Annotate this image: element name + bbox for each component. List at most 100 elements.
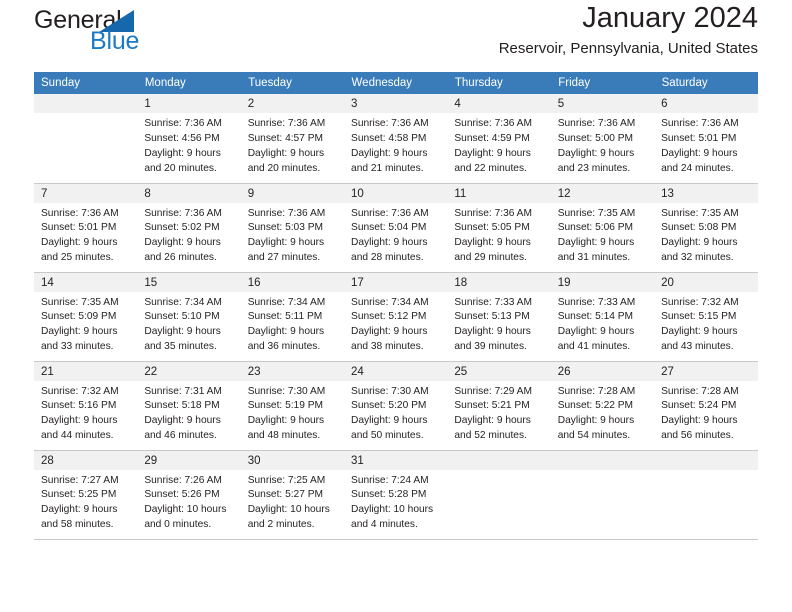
- calendar-day-cell[interactable]: 5 Sunrise: 7:36 AM Sunset: 5:00 PM Daylight…: [550, 94, 655, 184]
- day-cell-inner: 1 Sunrise: 7:36 AM Sunset: 4:56 PM Daylight…: [137, 94, 241, 183]
- calendar-day-cell[interactable]: 18 Sunrise: 7:33 AM Sunset: 5:13 PM Dayligh…: [447, 272, 551, 362]
- day-sun-info: Sunrise: 7:36 AM Sunset: 5:02 PM Daylight:…: [137, 203, 240, 267]
- day-number: 28: [34, 450, 138, 470]
- day-info-line: Sunset: 5:09 PM: [41, 311, 117, 323]
- calendar-day-cell[interactable]: 3 Sunrise: 7:36 AM Sunset: 4:58 PM Daylight…: [344, 94, 448, 184]
- calendar-day-cell[interactable]: 22 Sunrise: 7:31 AM Sunset: 5:18 PM Dayligh…: [137, 361, 241, 451]
- calendar-day-cell[interactable]: 29 Sunrise: 7:26 AM Sunset: 5:26 PM Dayligh…: [137, 450, 241, 540]
- day-info-line: Daylight: 9 hours: [661, 147, 738, 159]
- day-sun-info: Sunrise: 7:35 AM Sunset: 5:08 PM Daylight:…: [654, 203, 757, 267]
- calendar-day-cell[interactable]: 19 Sunrise: 7:33 AM Sunset: 5:14 PM Dayligh…: [550, 272, 655, 362]
- calendar-week-row: 28 Sunrise: 7:27 AM Sunset: 5:25 PM Dayligh…: [34, 450, 758, 540]
- day-number: 11: [447, 183, 551, 203]
- calendar-day-cell[interactable]: 10 Sunrise: 7:36 AM Sunset: 5:04 PM Dayligh…: [344, 183, 448, 273]
- day-cell-inner: 14 Sunrise: 7:35 AM Sunset: 5:09 PM Dayligh…: [34, 272, 138, 361]
- day-number: [34, 94, 138, 113]
- day-sun-info: Sunrise: 7:32 AM Sunset: 5:15 PM Daylight:…: [654, 292, 757, 356]
- day-info-line: Sunset: 5:27 PM: [247, 489, 324, 501]
- day-number: 2: [240, 94, 345, 113]
- calendar-week-row: 21 Sunrise: 7:32 AM Sunset: 5:16 PM Dayligh…: [34, 361, 758, 451]
- day-info-line: Sunset: 5:28 PM: [351, 489, 427, 501]
- calendar-day-cell[interactable]: 31 Sunrise: 7:24 AM Sunset: 5:28 PM Dayligh…: [344, 450, 448, 540]
- day-info-line: and 4 minutes.: [351, 519, 418, 531]
- day-info-line: Sunrise: 7:35 AM: [41, 296, 119, 308]
- day-number: 23: [240, 361, 345, 381]
- general-blue-logo[interactable]: General Blue: [34, 6, 164, 62]
- calendar-day-cell[interactable]: 2 Sunrise: 7:36 AM Sunset: 4:57 PM Daylight…: [240, 94, 345, 184]
- day-cell-inner: 19 Sunrise: 7:33 AM Sunset: 5:14 PM Dayligh…: [550, 272, 655, 361]
- day-info-line: Sunset: 5:20 PM: [351, 400, 427, 412]
- day-sun-info: Sunrise: 7:36 AM Sunset: 5:01 PM Daylight:…: [34, 203, 137, 267]
- day-info-line: Daylight: 9 hours: [247, 326, 325, 338]
- calendar-day-cell[interactable]: 23 Sunrise: 7:30 AM Sunset: 5:19 PM Dayligh…: [240, 361, 345, 451]
- day-info-line: Daylight: 9 hours: [351, 415, 428, 427]
- day-info-line: and 41 minutes.: [557, 341, 631, 353]
- day-info-line: Sunset: 5:22 PM: [557, 400, 634, 412]
- weekday-header-sunday: Sunday: [34, 72, 138, 94]
- calendar-day-cell[interactable]: 16 Sunrise: 7:34 AM Sunset: 5:11 PM Dayligh…: [240, 272, 345, 362]
- day-info-line: Sunset: 5:26 PM: [144, 489, 220, 501]
- calendar-day-cell[interactable]: 1 Sunrise: 7:36 AM Sunset: 4:56 PM Daylight…: [137, 94, 241, 184]
- calendar-day-cell[interactable]: 24 Sunrise: 7:30 AM Sunset: 5:20 PM Dayligh…: [344, 361, 448, 451]
- day-cell-inner: 15 Sunrise: 7:34 AM Sunset: 5:10 PM Dayligh…: [137, 272, 241, 361]
- calendar-day-cell[interactable]: 4 Sunrise: 7:36 AM Sunset: 4:59 PM Daylight…: [447, 94, 551, 184]
- day-info-line: Daylight: 9 hours: [144, 147, 221, 159]
- day-cell-inner: 5 Sunrise: 7:36 AM Sunset: 5:00 PM Daylight…: [550, 94, 655, 183]
- day-info-line: Sunset: 5:21 PM: [454, 400, 530, 412]
- calendar-day-cell[interactable]: 13 Sunrise: 7:35 AM Sunset: 5:08 PM Dayligh…: [654, 183, 758, 273]
- day-cell-inner: 21 Sunrise: 7:32 AM Sunset: 5:16 PM Dayligh…: [34, 361, 138, 450]
- day-cell-inner: 13 Sunrise: 7:35 AM Sunset: 5:08 PM Dayligh…: [654, 183, 758, 272]
- day-info-line: Daylight: 9 hours: [351, 147, 428, 159]
- day-number: [654, 450, 758, 470]
- day-number: 12: [550, 183, 655, 203]
- calendar-week-row: 7 Sunrise: 7:36 AM Sunset: 5:01 PM Daylight…: [34, 183, 758, 273]
- day-info-line: Sunset: 4:57 PM: [247, 132, 324, 144]
- calendar-day-cell[interactable]: 20 Sunrise: 7:32 AM Sunset: 5:15 PM Dayligh…: [654, 272, 758, 362]
- day-sun-info: Sunrise: 7:26 AM Sunset: 5:26 PM Daylight:…: [137, 470, 240, 534]
- day-number: 1: [137, 94, 241, 113]
- calendar-day-cell[interactable]: 9 Sunrise: 7:36 AM Sunset: 5:03 PM Daylight…: [240, 183, 345, 273]
- day-number: 10: [344, 183, 448, 203]
- day-sun-info: Sunrise: 7:30 AM Sunset: 5:19 PM Daylight:…: [241, 381, 344, 445]
- day-info-line: Sunrise: 7:30 AM: [351, 385, 429, 397]
- calendar-day-cell[interactable]: 8 Sunrise: 7:36 AM Sunset: 5:02 PM Daylight…: [137, 183, 241, 273]
- day-cell-inner: 9 Sunrise: 7:36 AM Sunset: 5:03 PM Daylight…: [240, 183, 345, 272]
- calendar-day-cell[interactable]: 11 Sunrise: 7:36 AM Sunset: 5:05 PM Dayligh…: [447, 183, 551, 273]
- day-cell-inner: 2 Sunrise: 7:36 AM Sunset: 4:57 PM Daylight…: [240, 94, 345, 183]
- calendar-day-cell[interactable]: 21 Sunrise: 7:32 AM Sunset: 5:16 PM Dayligh…: [34, 361, 138, 451]
- day-cell-inner: 16 Sunrise: 7:34 AM Sunset: 5:11 PM Dayligh…: [240, 272, 345, 361]
- day-info-line: Sunset: 5:05 PM: [454, 222, 530, 234]
- day-sun-info: Sunrise: 7:33 AM Sunset: 5:13 PM Daylight:…: [447, 292, 550, 356]
- day-info-line: Sunset: 5:08 PM: [661, 222, 737, 234]
- day-info-line: Sunrise: 7:32 AM: [661, 296, 739, 308]
- calendar-day-cell[interactable]: 28 Sunrise: 7:27 AM Sunset: 5:25 PM Dayligh…: [34, 450, 138, 540]
- calendar-day-cell[interactable]: 6 Sunrise: 7:36 AM Sunset: 5:01 PM Daylight…: [654, 94, 758, 184]
- day-info-line: and 56 minutes.: [661, 430, 734, 442]
- day-cell-inner: [550, 450, 655, 539]
- weekday-header-friday: Friday: [550, 72, 655, 94]
- calendar-day-cell[interactable]: 30 Sunrise: 7:25 AM Sunset: 5:27 PM Dayligh…: [240, 450, 345, 540]
- calendar-day-cell[interactable]: 17 Sunrise: 7:34 AM Sunset: 5:12 PM Dayligh…: [344, 272, 448, 362]
- calendar-day-cell[interactable]: 25 Sunrise: 7:29 AM Sunset: 5:21 PM Dayligh…: [447, 361, 551, 451]
- calendar-day-cell[interactable]: 27 Sunrise: 7:28 AM Sunset: 5:24 PM Dayligh…: [654, 361, 758, 451]
- day-sun-info: Sunrise: 7:36 AM Sunset: 4:57 PM Daylight:…: [241, 113, 344, 177]
- day-info-line: Sunset: 5:06 PM: [557, 222, 634, 234]
- day-sun-info: Sunrise: 7:36 AM Sunset: 5:04 PM Daylight:…: [344, 203, 447, 267]
- day-number: 26: [550, 361, 655, 381]
- day-sun-info: Sunrise: 7:32 AM Sunset: 5:16 PM Daylight:…: [34, 381, 137, 445]
- calendar-day-cell[interactable]: 7 Sunrise: 7:36 AM Sunset: 5:01 PM Daylight…: [34, 183, 138, 273]
- day-info-line: and 2 minutes.: [247, 519, 315, 531]
- calendar-day-cell[interactable]: 14 Sunrise: 7:35 AM Sunset: 5:09 PM Dayligh…: [34, 272, 138, 362]
- calendar-day-cell[interactable]: 26 Sunrise: 7:28 AM Sunset: 5:22 PM Dayligh…: [550, 361, 655, 451]
- day-number: 14: [34, 272, 138, 292]
- day-sun-info: Sunrise: 7:34 AM Sunset: 5:11 PM Daylight:…: [241, 292, 344, 356]
- day-info-line: Sunset: 5:13 PM: [454, 311, 530, 323]
- day-info-line: Sunrise: 7:25 AM: [247, 474, 326, 486]
- day-info-line: Sunrise: 7:28 AM: [661, 385, 739, 397]
- day-sun-info: Sunrise: 7:36 AM Sunset: 5:00 PM Daylight:…: [551, 113, 654, 177]
- calendar-day-cell[interactable]: 12 Sunrise: 7:35 AM Sunset: 5:06 PM Dayligh…: [550, 183, 655, 273]
- calendar-day-cell[interactable]: 15 Sunrise: 7:34 AM Sunset: 5:10 PM Dayligh…: [137, 272, 241, 362]
- day-sun-info: Sunrise: 7:30 AM Sunset: 5:20 PM Daylight:…: [344, 381, 447, 445]
- day-info-line: Sunset: 5:12 PM: [351, 311, 427, 323]
- day-sun-info: Sunrise: 7:28 AM Sunset: 5:24 PM Daylight:…: [654, 381, 757, 445]
